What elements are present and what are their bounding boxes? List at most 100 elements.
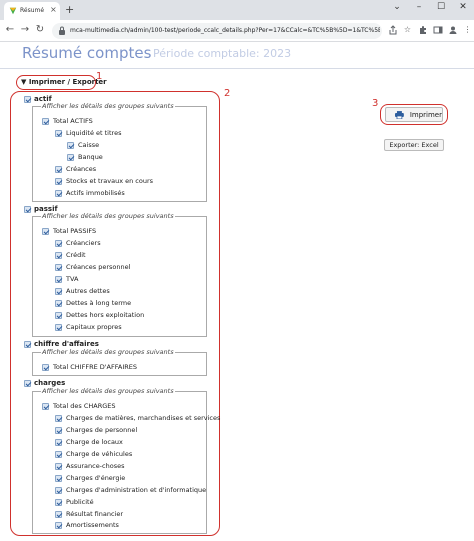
list-item[interactable]: Total CHIFFRE D'AFFAIRES xyxy=(42,363,137,371)
section-chiffre-affaires[interactable]: chiffre d'affaires xyxy=(24,340,99,348)
item-label: Charges d'énergie xyxy=(66,474,126,482)
list-item[interactable]: Créances personnel xyxy=(55,263,130,271)
forward-icon[interactable]: → xyxy=(19,24,31,35)
new-tab-icon[interactable]: + xyxy=(65,3,74,16)
item-label: Actifs immobilisés xyxy=(66,189,125,197)
checkbox[interactable] xyxy=(55,189,62,197)
checkbox[interactable] xyxy=(55,426,62,434)
checkbox[interactable] xyxy=(55,299,62,307)
checkbox[interactable] xyxy=(55,438,62,446)
list-item[interactable]: Créances xyxy=(55,165,96,173)
list-item[interactable]: Résultat financier xyxy=(55,510,123,518)
close-window-icon[interactable]: ✕ xyxy=(458,2,468,12)
page-title: Résumé comptes xyxy=(22,44,152,62)
list-item[interactable]: Total ACTIFS xyxy=(42,117,93,125)
list-item[interactable]: Assurance-choses xyxy=(55,462,124,470)
checkbox[interactable] xyxy=(55,510,62,518)
list-item[interactable]: Dettes à long terme xyxy=(55,299,131,307)
section-label: chiffre d'affaires xyxy=(34,340,99,348)
list-item[interactable]: TVA xyxy=(55,275,78,283)
list-item[interactable]: Charges de personnel xyxy=(55,426,137,434)
list-item[interactable]: Total PASSIFS xyxy=(42,227,96,235)
checkbox[interactable] xyxy=(67,141,74,149)
back-icon[interactable]: ← xyxy=(4,24,16,35)
annotation-number-3: 3 xyxy=(372,98,379,109)
browser-tab[interactable]: Résumé co × xyxy=(4,2,60,20)
list-item[interactable]: Dettes hors exploitation xyxy=(55,311,144,319)
list-item[interactable]: Total des CHARGES xyxy=(42,402,115,410)
checkbox[interactable] xyxy=(24,340,31,348)
list-item[interactable]: Caisse xyxy=(67,141,99,149)
item-label: Autres dettes xyxy=(66,287,110,295)
browser-menu-icon[interactable]: ⋮ xyxy=(462,25,473,34)
checkbox[interactable] xyxy=(55,486,62,494)
list-item[interactable]: Liquidité et titres xyxy=(55,129,121,137)
share-icon[interactable] xyxy=(388,25,398,35)
list-item[interactable]: Publicité xyxy=(55,498,94,506)
checkbox[interactable] xyxy=(42,117,49,125)
checkbox[interactable] xyxy=(67,153,74,161)
export-excel-button[interactable]: Exporter: Excel xyxy=(384,139,444,151)
tab-search-icon[interactable]: ⌄ xyxy=(392,2,402,12)
checkbox[interactable] xyxy=(24,95,31,103)
checkbox[interactable] xyxy=(55,263,62,271)
extensions-icon[interactable] xyxy=(418,25,428,35)
list-item[interactable]: Amortissements xyxy=(55,521,119,529)
checkbox[interactable] xyxy=(55,462,62,470)
annotation-box-1 xyxy=(16,75,96,90)
fieldset-legend: Afficher les détails des groupes suivant… xyxy=(41,212,175,220)
list-item[interactable]: Charges de matières, marchandises et ser… xyxy=(55,414,220,422)
list-item[interactable]: Banque xyxy=(67,153,103,161)
list-item[interactable]: Crédit xyxy=(55,251,86,259)
checkbox[interactable] xyxy=(55,239,62,247)
item-label: Charge de véhicules xyxy=(66,450,133,458)
url-bar[interactable]: mca-multimedia.ch/admin/100-test/periode… xyxy=(52,23,382,39)
list-item[interactable]: Charge de locaux xyxy=(55,438,123,446)
maximize-icon[interactable]: ☐ xyxy=(436,2,446,12)
sidebar-panel-icon[interactable] xyxy=(433,25,443,35)
checkbox[interactable] xyxy=(55,177,62,185)
profile-icon[interactable] xyxy=(448,25,458,35)
checkbox[interactable] xyxy=(55,450,62,458)
minimize-icon[interactable]: – xyxy=(414,2,424,12)
fieldset-legend: Afficher les détails des groupes suivant… xyxy=(41,387,175,395)
item-label: Charges de personnel xyxy=(66,426,138,434)
checkbox[interactable] xyxy=(55,414,62,422)
item-label: Charges de matières, marchandises et ser… xyxy=(66,414,221,422)
item-label: TVA xyxy=(66,275,79,283)
list-item[interactable]: Charges d'administration et d'informatiq… xyxy=(55,486,206,494)
list-item[interactable]: Capitaux propres xyxy=(55,323,122,331)
address-toolbar: ← → ↻ mca-multimedia.ch/admin/100-test/p… xyxy=(0,20,474,42)
list-item[interactable]: Créanciers xyxy=(55,239,101,247)
checkbox[interactable] xyxy=(55,129,62,137)
item-label: Résultat financier xyxy=(66,510,124,518)
list-item[interactable]: Charge de véhicules xyxy=(55,450,132,458)
list-item[interactable]: Charges d'énergie xyxy=(55,474,125,482)
bookmark-star-icon[interactable]: ☆ xyxy=(402,25,413,34)
checkbox[interactable] xyxy=(55,275,62,283)
item-label: Crédit xyxy=(66,251,86,259)
checkbox[interactable] xyxy=(42,402,49,410)
list-item[interactable]: Stocks et travaux en cours xyxy=(55,177,153,185)
checkbox[interactable] xyxy=(24,205,31,213)
checkbox[interactable] xyxy=(55,521,62,529)
item-label: Charge de locaux xyxy=(66,438,123,446)
checkbox[interactable] xyxy=(55,474,62,482)
list-item[interactable]: Actifs immobilisés xyxy=(55,189,125,197)
tab-close-icon[interactable]: × xyxy=(50,5,57,14)
checkbox[interactable] xyxy=(55,498,62,506)
checkbox[interactable] xyxy=(55,323,62,331)
reload-icon[interactable]: ↻ xyxy=(34,24,46,35)
checkbox[interactable] xyxy=(24,379,31,387)
page-header: Résumé comptes Période comptable: 2023 xyxy=(0,42,474,70)
checkbox[interactable] xyxy=(42,227,49,235)
list-item[interactable]: Autres dettes xyxy=(55,287,110,295)
item-label: Dettes à long terme xyxy=(66,299,132,307)
section-charges[interactable]: charges xyxy=(24,379,65,387)
checkbox[interactable] xyxy=(42,363,49,371)
print-button[interactable]: Imprimer xyxy=(385,107,443,122)
checkbox[interactable] xyxy=(55,165,62,173)
checkbox[interactable] xyxy=(55,251,62,259)
checkbox[interactable] xyxy=(55,311,62,319)
checkbox[interactable] xyxy=(55,287,62,295)
